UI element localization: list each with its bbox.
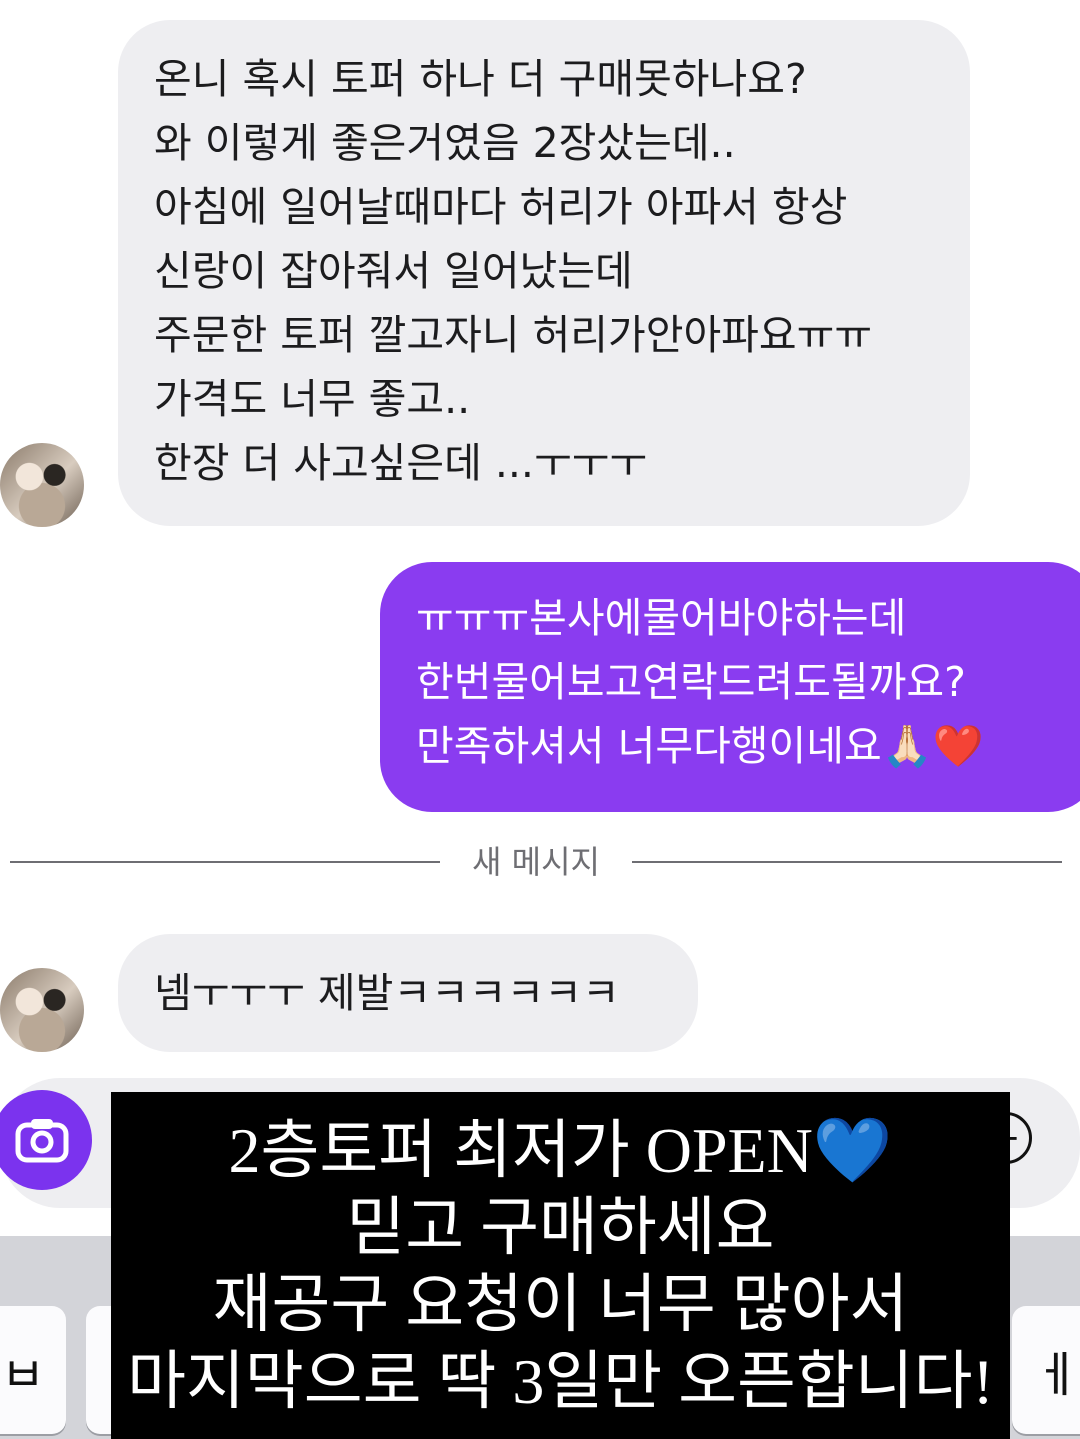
new-message-divider-label: 새 메시지: [472, 843, 600, 881]
promo-caption-overlay: 2층토퍼 최저가 OPEN💙 믿고 구매하세요 재공구 요청이 너무 많아서 마…: [111, 1092, 1010, 1439]
message-line: 가격도 너무 좋고..: [154, 375, 471, 423]
message-line: 온니 혹시 토퍼 하나 더 구매못하나요?: [154, 55, 807, 103]
message-line: 넴ㅜㅜㅜ 제발ㅋㅋㅋㅋㅋㅋ: [154, 969, 620, 1017]
message-line: 한장 더 사고싶은데 ...ㅜㅜㅜ: [154, 439, 648, 487]
promo-line: 믿고 구매하세요: [346, 1192, 775, 1263]
incoming-message-bubble[interactable]: 온니 혹시 토퍼 하나 더 구매못하나요? 와 이렇게 좋은거였음 2장샀는데.…: [118, 20, 970, 526]
promo-line: 마지막으로 딱 3일만 오픈합니다!: [127, 1346, 994, 1417]
message-line: 아침에 일어날때마다 허리가 아파서 항상: [154, 183, 848, 231]
divider-line-right: [632, 861, 1062, 863]
keyboard-key[interactable]: ㅔ: [1012, 1306, 1080, 1434]
outgoing-message-bubble[interactable]: ㅠㅠㅠ본사에물어바야하는데 한번물어보고연락드려도될까요? 만족하셔서 너무다행…: [380, 562, 1080, 812]
message-line: ㅠㅠㅠ본사에물어바야하는데: [416, 594, 907, 642]
keyboard-key[interactable]: ㅂ: [0, 1306, 66, 1434]
camera-icon: [15, 1119, 69, 1163]
sender-avatar[interactable]: [0, 443, 84, 527]
message-line: 와 이렇게 좋은거였음 2장샀는데..: [154, 119, 736, 167]
message-line: 신랑이 잡아줘서 일어났는데: [154, 247, 633, 295]
message-line: 주문한 토퍼 깔고자니 허리가안아파요ㅠㅠ: [154, 311, 873, 359]
message-line: 한번물어보고연락드려도될까요?: [416, 658, 966, 706]
divider-line-left: [10, 861, 440, 863]
promo-line: 2층토퍼 최저가 OPEN💙: [228, 1115, 893, 1186]
incoming-message-bubble[interactable]: 넴ㅜㅜㅜ 제발ㅋㅋㅋㅋㅋㅋ: [118, 934, 698, 1052]
promo-line: 재공구 요청이 너무 많아서: [212, 1269, 909, 1340]
message-line: 만족하셔서 너무다행이네요🙏🏻❤️: [416, 722, 984, 770]
sender-avatar[interactable]: [0, 968, 84, 1052]
